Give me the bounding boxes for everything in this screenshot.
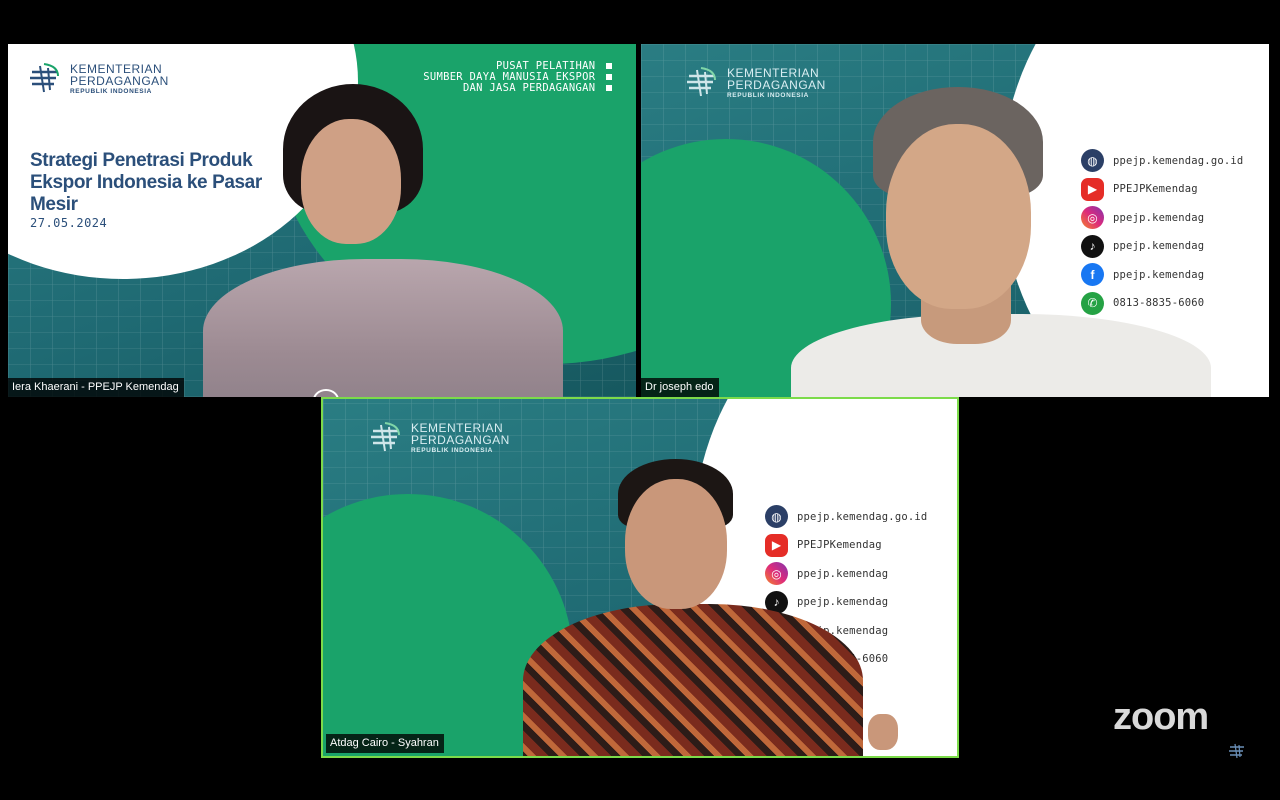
ministry-logo-icon	[687, 67, 716, 97]
ministry-name-line1: KEMENTERIAN	[70, 61, 163, 76]
participant-video-iera	[183, 84, 583, 397]
video-tile-atdag-cairo-active-speaker[interactable]: KEMENTERIAN PERDAGANGAN REPUBLIK INDONES…	[321, 397, 959, 758]
zoom-logo: zoom	[1113, 696, 1209, 738]
participant-video-joseph	[791, 84, 1211, 397]
ministry-name-line2: PERDAGANGAN	[70, 73, 169, 88]
ministry-name-line3: REPUBLIK INDONESIA	[411, 446, 493, 454]
participant-name-label: Iera Khaerani - PPEJP Kemendag	[8, 378, 184, 397]
participant-torso	[523, 604, 863, 756]
participant-hand	[868, 714, 898, 750]
participant-name-label: Atdag Cairo - Syahran	[326, 734, 444, 753]
video-tile-joseph-edo[interactable]: KEMENTERIAN PERDAGANGAN REPUBLIK INDONES…	[641, 44, 1269, 397]
ministry-logo: KEMENTERIAN PERDAGANGAN REPUBLIK INDONES…	[28, 62, 169, 96]
ministry-name-line1: KEMENTERIAN	[411, 420, 504, 435]
ministry-watermark-icon	[1229, 743, 1244, 759]
participant-video-syahran	[503, 454, 923, 756]
participant-torso	[203, 259, 563, 397]
video-tile-iera-khaerani[interactable]: KEMENTERIAN PERDAGANGAN REPUBLIK INDONES…	[8, 44, 636, 397]
participant-face	[625, 479, 727, 609]
participant-face	[886, 124, 1031, 309]
participant-name-label: Dr joseph edo	[641, 378, 719, 397]
ministry-name-line3: REPUBLIK INDONESIA	[70, 87, 152, 95]
ministry-logo-icon	[371, 422, 400, 452]
ministry-logo-icon	[30, 63, 59, 93]
ministry-name-line1: KEMENTERIAN	[727, 65, 820, 80]
ministry-logo: KEMENTERIAN PERDAGANGAN REPUBLIK INDONES…	[369, 421, 510, 455]
participant-face	[301, 119, 401, 244]
ministry-name-line2: PERDAGANGAN	[411, 432, 510, 447]
slide-date: 27.05.2024	[30, 216, 108, 230]
